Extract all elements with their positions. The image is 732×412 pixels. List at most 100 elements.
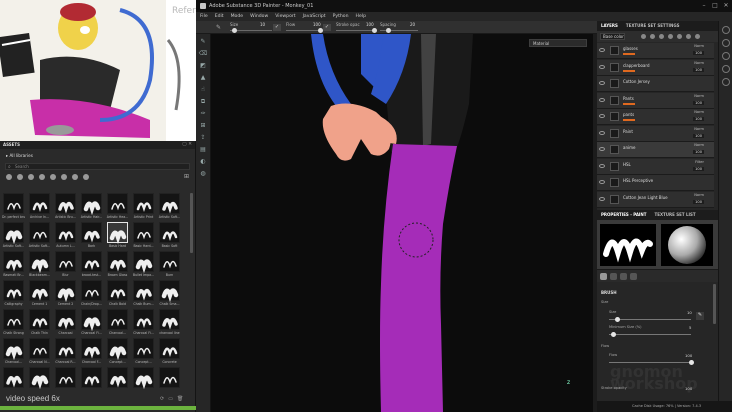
filter-brushes-icon[interactable] <box>50 174 56 180</box>
layer-blend-mode[interactable]: Norm <box>694 94 704 98</box>
delete-icon[interactable]: 🗑 <box>177 396 183 402</box>
asset-tile[interactable]: Chalk Bold <box>106 280 129 309</box>
asset-tile[interactable]: Concept... <box>132 338 155 367</box>
export-icon[interactable]: ⇪ <box>199 133 208 142</box>
history-icon[interactable] <box>721 65 730 73</box>
layers-panel-icon[interactable] <box>721 26 730 34</box>
assets-library-selector[interactable]: ▸ All libraries <box>0 149 195 162</box>
asset-tile[interactable]: Basic Hard... <box>132 222 155 251</box>
asset-tile[interactable]: Basic Soft <box>158 222 181 251</box>
layer-opacity[interactable]: 100 <box>693 166 704 171</box>
layer-blend-mode[interactable]: Norm <box>694 110 704 114</box>
color-picker-icon[interactable]: ✑ <box>199 109 208 118</box>
visibility-eye-icon[interactable] <box>599 114 605 118</box>
asset-tile[interactable]: Charcoal F... <box>80 338 103 367</box>
asset-tile[interactable] <box>80 367 103 396</box>
menu-javascript[interactable]: JavaScript <box>303 14 326 19</box>
grid-view-icon[interactable]: ⊞ <box>184 173 189 180</box>
layer-row[interactable]: Pants Norm 100 <box>597 92 714 109</box>
asset-tile[interactable]: Charcoal... <box>106 309 129 338</box>
duplicate-icon[interactable] <box>686 34 691 39</box>
filter-particles-icon[interactable] <box>72 174 78 180</box>
menu-python[interactable]: Python <box>333 14 349 19</box>
brush-tool-icon[interactable]: ✎ <box>216 24 221 31</box>
info-icon[interactable] <box>721 78 730 86</box>
filter-textures-icon[interactable] <box>39 174 45 180</box>
asset-tile[interactable]: Artistic Hea... <box>106 193 129 222</box>
pen-pressure-icon[interactable]: ✓ <box>273 24 281 31</box>
menu-viewport[interactable]: Viewport <box>275 14 295 19</box>
asset-tile[interactable]: Charcoal <box>54 309 77 338</box>
asset-tile[interactable]: charcoal line <box>158 309 181 338</box>
asset-tile[interactable]: Artistic Soft... <box>2 222 25 251</box>
asset-tile[interactable]: Archive In... <box>28 193 51 222</box>
add-layer-icon[interactable] <box>668 34 673 39</box>
paint-brush-icon[interactable]: ✎ <box>199 37 208 46</box>
asset-tile[interactable]: Artistic Soft... <box>28 222 51 251</box>
layer-opacity[interactable]: 100 <box>693 150 704 154</box>
menu-edit[interactable]: Edit <box>215 14 224 19</box>
asset-tile[interactable]: Basic Hard <box>106 222 129 251</box>
layer-row[interactable]: anime Norm 100 <box>597 142 714 158</box>
asset-tile[interactable] <box>54 367 77 396</box>
asset-tile[interactable]: Chalk Bum... <box>132 280 155 309</box>
panel-menu-icon[interactable]: ▢ ✕ <box>182 141 192 149</box>
visibility-eye-icon[interactable] <box>599 147 605 151</box>
viewport-mode-select[interactable]: Material <box>529 39 587 47</box>
visibility-eye-icon[interactable] <box>599 81 605 85</box>
assets-panel-icon[interactable] <box>721 52 730 60</box>
toolbar-stroke-opacity-knob[interactable] <box>372 28 377 33</box>
asset-tile[interactable]: Chalk Thin <box>28 309 51 338</box>
layer-opacity[interactable]: 100 <box>693 117 704 121</box>
material-tab-icon[interactable] <box>630 272 637 280</box>
toolbar-size-value[interactable]: 10 <box>260 22 265 27</box>
bake-icon[interactable]: ⊞ <box>199 121 208 130</box>
channel-select[interactable]: Base color <box>600 33 625 40</box>
visibility-eye-icon[interactable] <box>599 196 605 201</box>
layer-row[interactable]: Paint Norm 100 <box>597 125 714 142</box>
layer-row[interactable]: HSL Filter 100 <box>597 158 714 175</box>
asset-tile[interactable]: broad-test... <box>80 251 103 280</box>
stencil-tab-icon[interactable] <box>620 272 627 280</box>
filter-environments-icon[interactable] <box>83 174 89 180</box>
asset-tile[interactable]: Artistic Soft... <box>158 193 181 222</box>
properties-scrollbar[interactable] <box>713 284 716 324</box>
layer-row[interactable]: Cotton Jersey <box>597 76 714 92</box>
asset-tile[interactable]: Concept... <box>106 338 129 367</box>
alpha-tab-icon[interactable] <box>610 272 617 280</box>
maximize-icon[interactable]: □ <box>711 2 719 10</box>
toolbar-flow-value[interactable]: 100 <box>313 22 321 27</box>
layer-blend-mode[interactable]: Norm <box>694 143 704 147</box>
visibility-eye-icon[interactable] <box>599 180 605 184</box>
layer-blend-mode[interactable]: Norm <box>694 44 704 48</box>
brush-tab-icon[interactable] <box>600 272 607 280</box>
visibility-eye-icon[interactable] <box>599 163 605 168</box>
asset-tile[interactable]: Chain/Drop... <box>80 280 103 309</box>
size-slider[interactable] <box>609 319 691 320</box>
asset-tile[interactable] <box>132 367 155 396</box>
asset-tile[interactable]: Calligraphy <box>2 280 25 309</box>
add-mask-icon[interactable] <box>650 34 655 39</box>
size-pressure-icon[interactable]: ✎ <box>696 312 704 320</box>
texture-set-icon[interactable] <box>721 39 730 47</box>
filter-all-icon[interactable] <box>6 174 12 180</box>
minimize-icon[interactable]: – <box>700 2 708 10</box>
asset-tile[interactable]: Charcoal R... <box>54 338 77 367</box>
asset-tile[interactable]: Chalk Sma... <box>158 280 181 309</box>
asset-tile[interactable]: Basmati Br... <box>2 251 25 280</box>
min-size-slider[interactable] <box>609 334 691 335</box>
toolbar-stroke-opacity-value[interactable]: 100 <box>366 22 374 27</box>
layer-opacity[interactable]: 100 <box>693 100 704 105</box>
asset-tile[interactable]: Blackbeam... <box>28 251 51 280</box>
asset-tile[interactable]: Cement 2 <box>54 280 77 309</box>
toolbar-spacing-value[interactable]: 20 <box>410 22 415 27</box>
asset-tile[interactable]: Autumn L... <box>54 222 77 251</box>
visibility-eye-icon[interactable] <box>599 97 605 102</box>
visibility-eye-icon[interactable] <box>599 64 605 69</box>
asset-tile[interactable]: Charcoal Fi... <box>80 309 103 338</box>
eraser-icon[interactable]: ⌫ <box>199 49 208 58</box>
min-size-value[interactable]: 5 <box>689 325 691 330</box>
asset-tile[interactable]: Artistic Print <box>132 193 155 222</box>
asset-tile[interactable]: Bark <box>80 222 103 251</box>
visibility-eye-icon[interactable] <box>599 48 605 52</box>
